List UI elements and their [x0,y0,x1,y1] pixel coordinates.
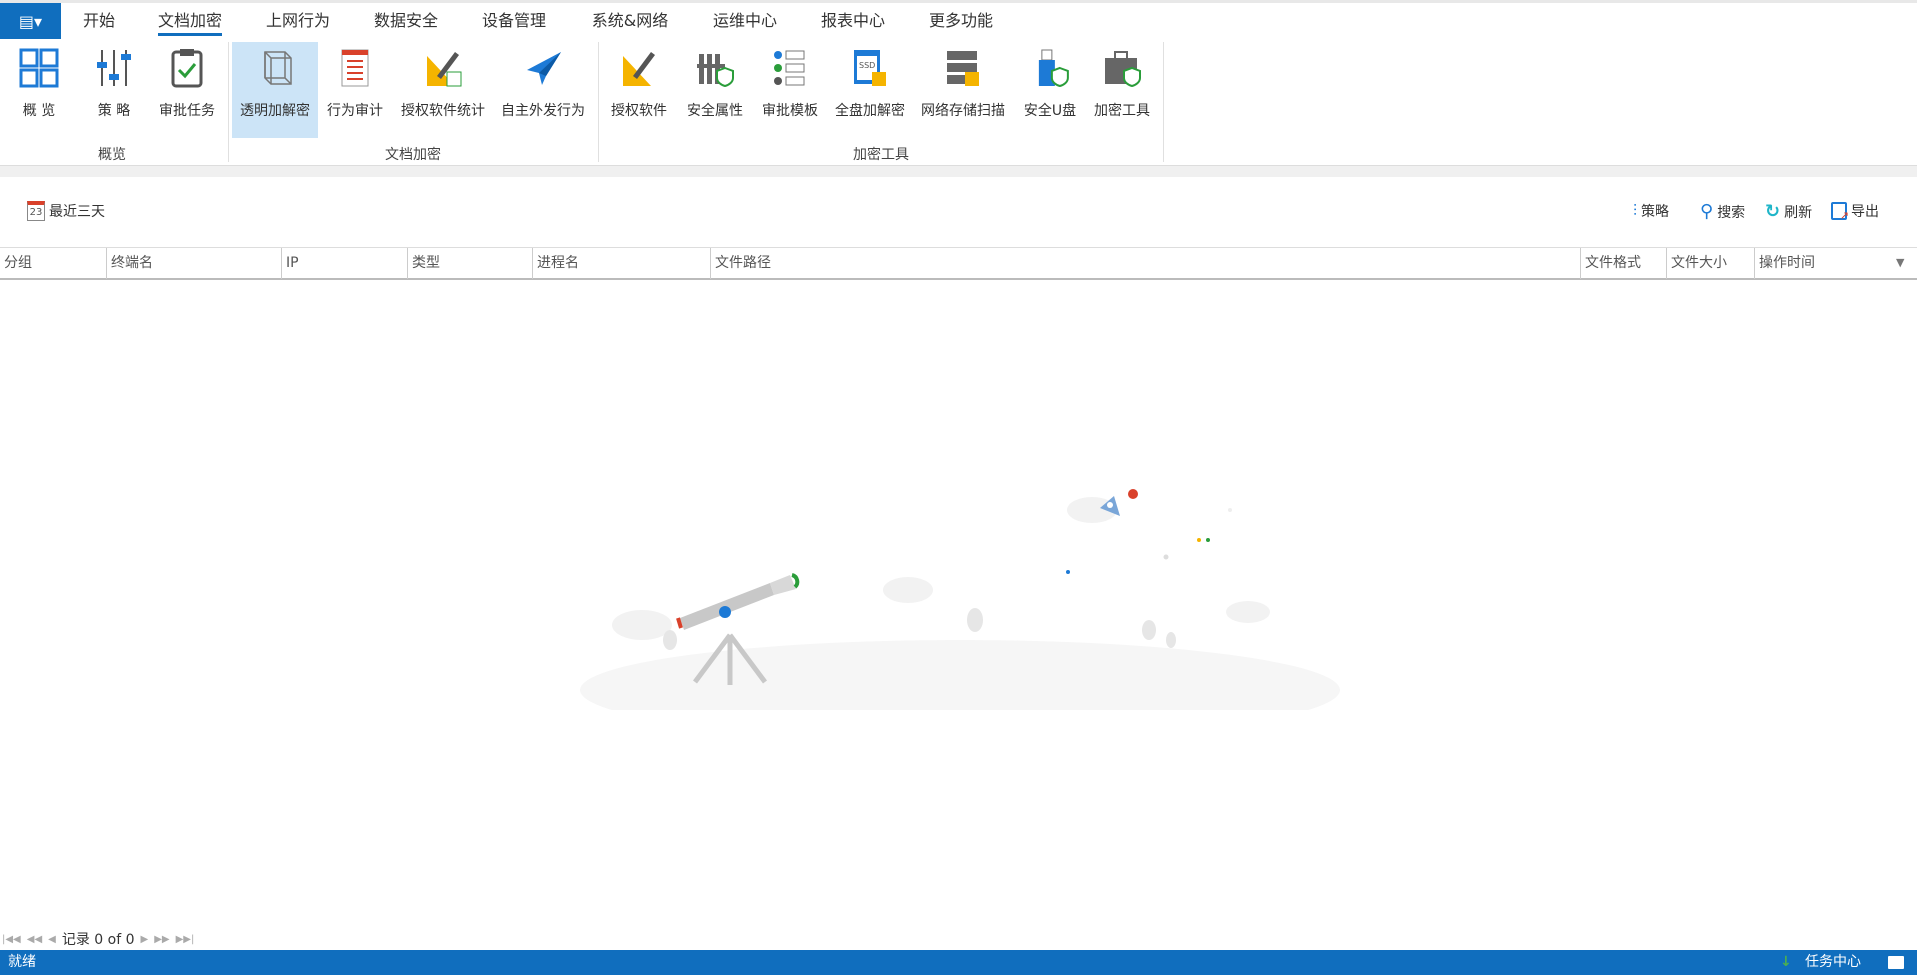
transparent-encryption-button[interactable]: 透明加解密 [232,42,318,138]
group-label-overview: 概览 [98,147,126,163]
server-lock-icon [941,46,985,90]
paper-plane-icon [521,46,565,90]
group-separator [598,42,599,162]
tab-system-network[interactable]: 系统&网络 [592,3,668,39]
pager: |◀◀ ◀◀ ◀ 记录 0 of 0 ▶ ▶▶ ▶▶| [2,929,194,949]
network-storage-scan-button[interactable]: 网络存储扫描 [917,42,1009,138]
svg-text:SSD: SSD [859,61,875,70]
download-arrow-icon: ↓ [1780,954,1792,970]
column-file-format[interactable]: 文件格式 [1580,248,1666,279]
tab-report-center[interactable]: 报表中心 [821,3,885,39]
next-page-icon[interactable]: ▶ [141,934,149,945]
ribbon-bottom-band [0,165,1917,177]
tab-more-features[interactable]: 更多功能 [929,3,993,39]
ssd-lock-icon: SSD [848,46,892,90]
cube-icon [253,46,297,90]
fence-shield-icon [693,46,737,90]
sliders-icon: ⫶ [1633,201,1638,220]
clipboard-check-icon [165,46,209,90]
column-chooser-dropdown-icon[interactable]: ▼ [1896,256,1904,269]
notification-icon[interactable] [1888,956,1904,969]
date-filter-button[interactable]: 23 最近三天 [27,201,105,221]
refresh-button[interactable]: ↻ 刷新 [1765,201,1812,222]
tab-start[interactable]: 开始 [83,3,115,39]
overview-button[interactable]: 概 览 [13,42,65,138]
ruler-pencil-chart-icon [421,46,465,90]
table-header: 分组 终端名 IP 类型 进程名 文件路径 文件格式 文件大小 操作时间 ▼ [0,247,1917,280]
export-icon: ↗ [1831,202,1849,222]
encryption-tools-button[interactable]: 加密工具 [1090,42,1154,138]
column-file-size[interactable]: 文件大小 [1666,248,1754,279]
group-separator [228,42,229,162]
behavior-audit-button[interactable]: 行为审计 [323,42,387,138]
column-file-path[interactable]: 文件路径 [710,248,1580,279]
licensed-software-stats-button[interactable]: 授权软件统计 [397,42,489,138]
approval-task-button[interactable]: 审批任务 [155,42,219,138]
record-count: 记录 0 of 0 [61,932,135,948]
tab-web-behavior[interactable]: 上网行为 [266,3,330,39]
prev-fast-icon[interactable]: ◀◀ [27,934,42,945]
search-icon: ⚲ [1700,201,1714,222]
refresh-icon: ↻ [1765,201,1781,222]
column-ip[interactable]: IP [281,248,407,279]
column-terminal-name[interactable]: 终端名 [106,248,281,279]
licensed-software-button[interactable]: 授权软件 [607,42,671,138]
status-text: 就绪 [8,954,36,970]
policy-toolbar-button[interactable]: ⫶ 策略 [1633,201,1669,221]
report-list-icon [333,46,377,90]
security-attributes-button[interactable]: 安全属性 [683,42,747,138]
user-list-icon [768,46,812,90]
column-operation-time[interactable]: 操作时间 [1754,248,1894,279]
usb-shield-icon [1028,46,1072,90]
group-label-encryption-tools: 加密工具 [853,147,909,163]
column-type[interactable]: 类型 [407,248,532,279]
calendar-icon: 23 [27,201,45,221]
search-button[interactable]: ⚲ 搜索 [1700,201,1745,222]
next-fast-icon[interactable]: ▶▶ [154,934,169,945]
tab-device-management[interactable]: 设备管理 [482,3,546,39]
tab-doc-encryption[interactable]: 文档加密 [157,3,223,39]
menu-icon: ▤▾ [18,11,43,31]
sliders-icon [92,46,136,90]
grid-icon [17,46,61,90]
tab-ops-center[interactable]: 运维中心 [713,3,777,39]
prev-page-icon[interactable]: ◀ [48,934,56,945]
column-group[interactable]: 分组 [0,248,106,279]
column-process-name[interactable]: 进程名 [532,248,710,279]
status-bar: 就绪 ↓ 任务中心 [0,950,1917,975]
empty-state-illustration [580,489,1340,710]
approval-template-button[interactable]: 审批模板 [758,42,822,138]
full-disk-encryption-button[interactable]: SSD 全盘加解密 [831,42,909,138]
export-button[interactable]: ↗ 导出 [1831,201,1879,222]
toolbox-shield-icon [1100,46,1144,90]
group-label-doc-encryption: 文档加密 [385,147,441,163]
tab-data-security[interactable]: 数据安全 [374,3,438,39]
task-center-link[interactable]: 任务中心 [1805,950,1861,975]
last-page-icon[interactable]: ▶▶| [176,934,195,945]
policy-button[interactable]: 策 略 [88,42,140,138]
ruler-pencil-icon [617,46,661,90]
group-separator [1163,42,1164,162]
outgoing-behavior-button[interactable]: 自主外发行为 [497,42,589,138]
app-menu-button[interactable]: ▤▾ [0,3,61,39]
secure-usb-button[interactable]: 安全U盘 [1020,42,1080,138]
first-page-icon[interactable]: |◀◀ [2,934,21,945]
